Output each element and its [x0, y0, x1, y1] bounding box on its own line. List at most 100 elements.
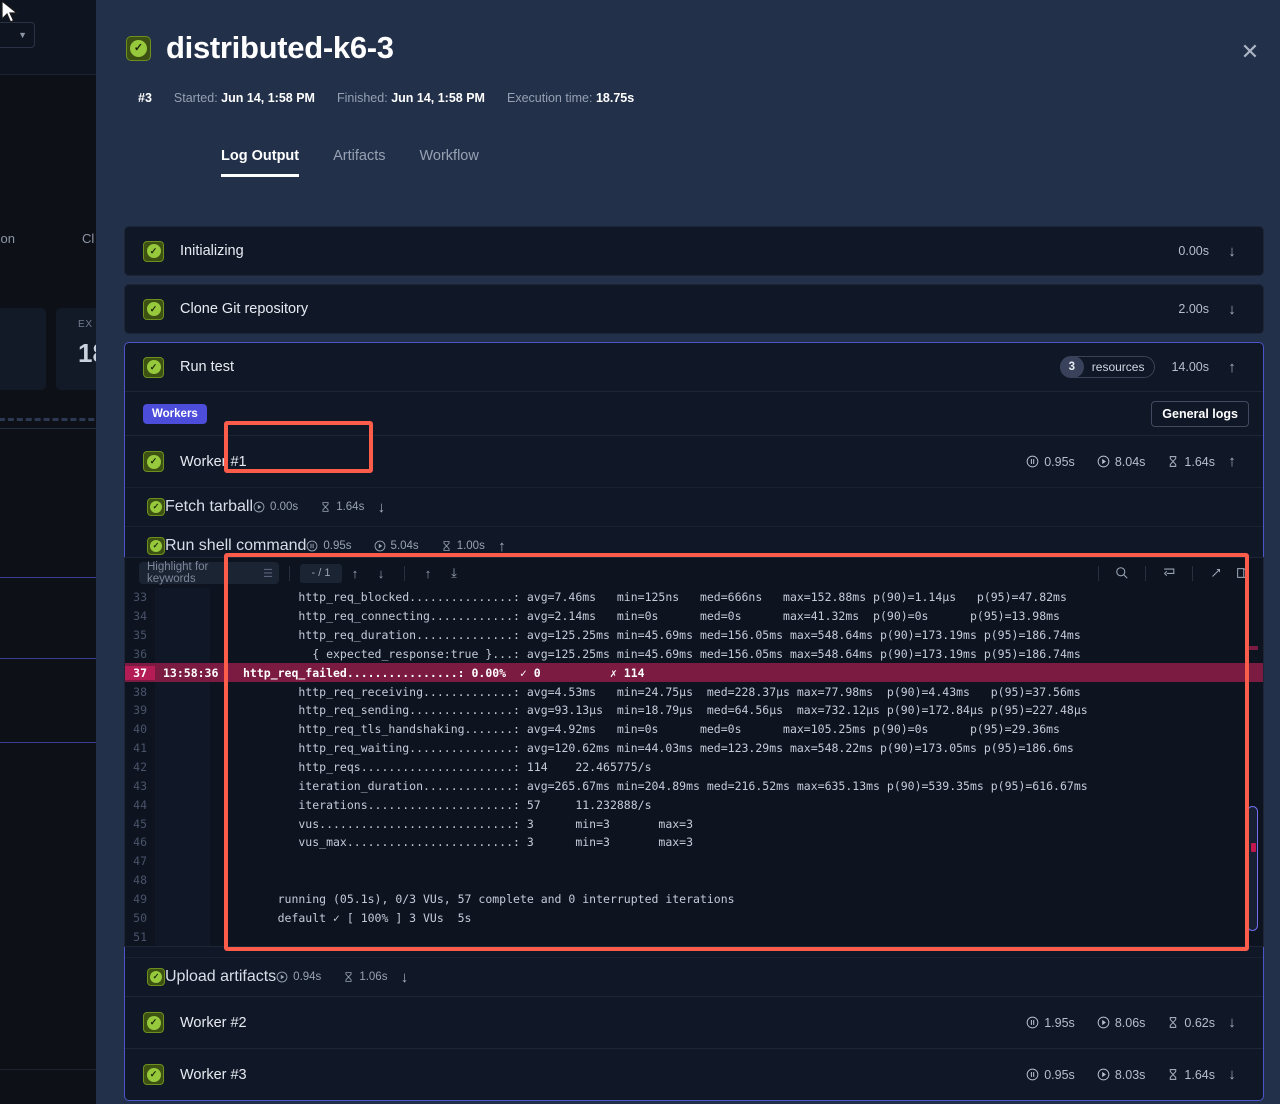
step-label: Run test	[180, 359, 234, 375]
substep-row-upload-artifacts[interactable]: ✓ Upload artifacts 0.94s 1.06s ↓	[125, 957, 1263, 996]
status-success-icon: ✓	[143, 1012, 164, 1033]
background-tab-cli[interactable]: Cl	[82, 231, 94, 246]
resources-label: resources	[1092, 360, 1145, 374]
general-logs-button[interactable]: General logs	[1151, 401, 1249, 427]
status-success-icon: ✓	[143, 1064, 164, 1085]
log-line: 42 http_reqs......................: 114 …	[125, 758, 1264, 777]
substep-elapsed-time: 1.64s	[320, 501, 364, 513]
run-detail-modal: ✕ ✓ distributed-k6-3 #3 Started: Jun 14,…	[96, 0, 1280, 1104]
log-line-text: vus_max........................: 3 min=3…	[233, 835, 693, 849]
substep-started-time: 0.94s	[276, 971, 321, 983]
substep-started-time: 5.04s	[374, 540, 419, 552]
chevron-up-icon[interactable]: ↑	[1215, 453, 1249, 470]
check-glyph: ✓	[147, 1016, 161, 1030]
filter-icon[interactable]: ☰	[263, 567, 273, 580]
copy-icon[interactable]	[1229, 562, 1255, 584]
hourglass-icon	[1167, 455, 1179, 468]
tab-log-output[interactable]: Log Output	[221, 148, 299, 177]
substep-queued-time: 0.95s	[306, 540, 351, 552]
worker-started-value: 8.06s	[1115, 1016, 1146, 1030]
log-line-text: http_req_duration..............: avg=125…	[233, 628, 1081, 642]
substep-elapsed-value: 1.06s	[359, 971, 387, 983]
play-circle-icon	[253, 501, 265, 513]
worker-started-value: 8.03s	[1115, 1068, 1146, 1082]
chevron-down-icon[interactable]: ↓	[387, 969, 421, 986]
worker-elapsed-time: 0.62s	[1167, 1016, 1215, 1030]
worker-queued-time: 0.95s	[1026, 455, 1075, 469]
resources-badge[interactable]: 3 resources	[1060, 356, 1156, 378]
log-line: 34 http_req_connecting............: avg=…	[125, 607, 1264, 626]
log-viewer: Highlight for keywords ☰ - / 1 ↑ ↓ ↑ ⤓	[124, 557, 1264, 947]
substep-label: Upload artifacts	[165, 968, 276, 986]
next-match-icon[interactable]: ↓	[368, 562, 394, 584]
search-icon[interactable]	[1109, 562, 1135, 584]
log-toolbar: Highlight for keywords ☰ - / 1 ↑ ↓ ↑ ⤓	[125, 558, 1263, 588]
log-line: 50 default ✓ [ 100% ] 3 VUs 5s	[125, 908, 1264, 927]
step-card-clone-git-repository[interactable]: ✓ Clone Git repository 2.00s ↓	[124, 284, 1264, 334]
chevron-down-icon[interactable]: ↓	[1215, 1014, 1249, 1031]
check-glyph: ✓	[150, 501, 162, 513]
log-line: 46 vus_max........................: 3 mi…	[125, 833, 1264, 852]
log-line-number: 37	[125, 666, 155, 680]
chevron-down-icon[interactable]: ↓	[1215, 1066, 1249, 1083]
workers-chip[interactable]: Workers	[143, 404, 207, 424]
expand-icon[interactable]	[1203, 562, 1229, 584]
log-line-text: http_req_receiving.............: avg=4.5…	[233, 685, 1081, 699]
substep-row-fetch-tarball[interactable]: ✓ Fetch tarball 0.00s 1.64s ↓	[125, 487, 1263, 526]
log-line: 3713:58:36http_req_failed...............…	[125, 663, 1264, 682]
run-metadata: #3 Started: Jun 14, 1:58 PM Finished: Ju…	[138, 91, 634, 105]
log-content[interactable]: 33 http_req_blocked...............: avg=…	[125, 588, 1264, 947]
scroll-to-top-icon[interactable]: ↑	[415, 562, 441, 584]
background-tab-integration[interactable]: egration	[0, 231, 15, 246]
log-line-text: http_req_failed................: 0.00% ✓…	[233, 666, 645, 680]
log-line-text: http_req_sending...............: avg=93.…	[233, 703, 1088, 717]
log-line-number: 48	[125, 873, 155, 887]
chevron-up-icon[interactable]: ↑	[1215, 359, 1249, 376]
background-card-1	[0, 308, 46, 390]
log-scrollbar[interactable]	[1247, 806, 1258, 931]
tab-workflow[interactable]: Workflow	[419, 148, 478, 177]
scroll-to-bottom-icon[interactable]: ⤓	[441, 562, 467, 584]
chevron-up-icon[interactable]: ↑	[485, 538, 519, 555]
started-value: Jun 14, 1:58 PM	[221, 91, 315, 105]
worker-row-1[interactable]: ✓ Worker #1 0.95s 8.04s 1.64s	[125, 435, 1263, 487]
chevron-down-icon[interactable]: ↓	[1215, 301, 1249, 318]
step-duration: 14.00s	[1171, 360, 1209, 374]
tab-artifacts[interactable]: Artifacts	[333, 148, 385, 177]
hourglass-icon	[1167, 1016, 1179, 1029]
worker-elapsed-time: 1.64s	[1167, 455, 1215, 469]
check-glyph: ✓	[147, 360, 161, 374]
play-circle-icon	[374, 540, 386, 552]
step-duration: 2.00s	[1178, 302, 1209, 316]
substep-started-value: 0.94s	[293, 971, 321, 983]
log-line-text: http_req_waiting...............: avg=120…	[233, 741, 1074, 755]
word-wrap-icon[interactable]	[1156, 562, 1182, 584]
status-success-icon: ✓	[147, 498, 165, 516]
check-glyph: ✓	[147, 244, 161, 258]
step-card-initializing[interactable]: ✓ Initializing 0.00s ↓	[124, 226, 1264, 276]
step-duration: 0.00s	[1178, 244, 1209, 258]
chevron-down-icon[interactable]: ↓	[1215, 243, 1249, 260]
run-test-header[interactable]: ✓ Run test 3 resources 14.00s ↑	[125, 343, 1263, 391]
log-scrollbar-match-marker	[1251, 843, 1256, 852]
log-line-number: 42	[125, 760, 155, 774]
chevron-down-icon[interactable]: ↓	[364, 499, 398, 516]
hourglass-icon	[320, 501, 331, 513]
close-icon[interactable]: ✕	[1234, 36, 1266, 68]
workers-bar: Workers General logs	[125, 391, 1263, 435]
worker-row-3[interactable]: ✓ Worker #3 0.95s 8.03s 1.64s	[125, 1048, 1263, 1100]
prev-match-icon[interactable]: ↑	[342, 562, 368, 584]
log-line-number: 47	[125, 854, 155, 868]
log-line-number: 38	[125, 685, 155, 699]
log-line: 41 http_req_waiting...............: avg=…	[125, 739, 1264, 758]
pause-circle-icon	[1026, 455, 1039, 468]
highlight-keywords-input[interactable]: Highlight for keywords ☰	[139, 562, 279, 584]
log-scroll-marker	[1247, 646, 1258, 650]
check-glyph: ✓	[147, 302, 161, 316]
log-line: 38 http_req_receiving.............: avg=…	[125, 682, 1264, 701]
log-line-timestamp: 13:58:36	[155, 666, 233, 680]
worker-elapsed-value: 0.62s	[1184, 1016, 1215, 1030]
log-line-text: http_req_tls_handshaking.......: avg=4.9…	[233, 722, 1060, 736]
log-line-number: 35	[125, 628, 155, 642]
worker-row-2[interactable]: ✓ Worker #2 1.95s 8.06s 0.62s	[125, 996, 1263, 1048]
